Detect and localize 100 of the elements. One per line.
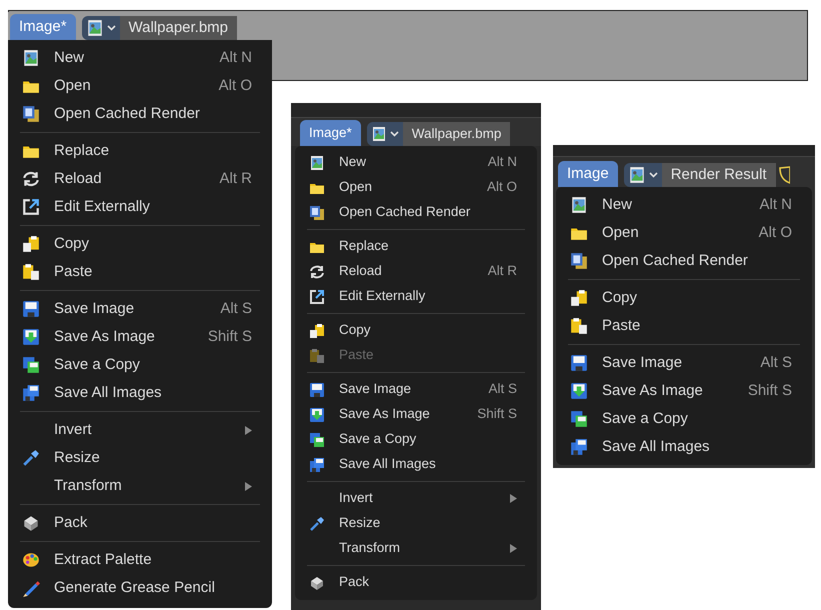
floppy-disk-stack-icon bbox=[22, 356, 40, 374]
reload-icon bbox=[22, 170, 40, 188]
menu-item[interactable]: Open Alt O bbox=[8, 72, 272, 100]
image-icon bbox=[628, 166, 646, 184]
package-icon bbox=[22, 514, 40, 532]
menu-item[interactable]: New Alt N bbox=[295, 150, 537, 175]
shortcut-label: Alt N bbox=[488, 153, 517, 172]
image-dropdown[interactable] bbox=[366, 122, 403, 146]
menu-item[interactable]: Pack bbox=[8, 509, 272, 537]
menu-item[interactable]: Save a Copy bbox=[556, 405, 812, 433]
clipboard-icon bbox=[22, 263, 40, 281]
chevron-down-icon bbox=[648, 172, 658, 178]
menu-item[interactable]: Transform bbox=[8, 472, 272, 500]
floppy-disk-stack-icon bbox=[22, 384, 40, 402]
menu-item[interactable]: Save Image Alt S bbox=[8, 295, 272, 323]
shortcut-label: Alt S bbox=[760, 352, 792, 373]
brush-icon bbox=[309, 516, 325, 532]
menu-item[interactable]: Transform bbox=[295, 536, 537, 561]
menu-item[interactable]: Save Image Alt S bbox=[556, 349, 812, 377]
menu-item[interactable]: Edit Externally bbox=[8, 193, 272, 221]
image-dropdown[interactable] bbox=[624, 163, 662, 187]
menu-item[interactable]: Generate Grease Pencil bbox=[8, 574, 272, 602]
menu-item[interactable]: Pack bbox=[295, 570, 537, 595]
image-dropdown[interactable] bbox=[82, 16, 120, 40]
menu-item[interactable]: Copy bbox=[8, 230, 272, 258]
shortcut-label: Alt S bbox=[220, 298, 252, 319]
shortcut-label: Alt S bbox=[488, 380, 517, 398]
clipboard-icon bbox=[570, 317, 588, 335]
shortcut-label: Alt N bbox=[759, 194, 792, 215]
floppy-disk-stack-icon bbox=[570, 410, 588, 428]
document-stack-icon bbox=[22, 105, 40, 123]
external-link-icon bbox=[309, 288, 325, 304]
menu-item[interactable]: New Alt N bbox=[556, 191, 812, 219]
menu-item[interactable]: Open Alt O bbox=[556, 219, 812, 247]
brush-icon bbox=[22, 449, 40, 467]
menu-item[interactable]: Invert bbox=[295, 486, 537, 511]
clipboard-icon bbox=[570, 289, 588, 307]
chevron-down-icon bbox=[390, 131, 399, 137]
shortcut-label: Shift S bbox=[477, 405, 517, 424]
clipboard-icon bbox=[309, 348, 325, 364]
menu-item[interactable]: Open Cached Render bbox=[8, 100, 272, 128]
menu-item[interactable]: Copy bbox=[556, 284, 812, 312]
menu-item[interactable]: Save a Copy bbox=[295, 427, 537, 452]
menu-item[interactable]: Resize bbox=[8, 444, 272, 472]
image-icon bbox=[22, 49, 40, 67]
shield-icon[interactable] bbox=[778, 166, 790, 184]
image-icon bbox=[570, 196, 588, 214]
menu-item[interactable]: Save All Images bbox=[8, 379, 272, 407]
menu-item[interactable]: Save Image Alt S bbox=[295, 377, 537, 402]
menu-item[interactable]: Save As Image Shift S bbox=[8, 323, 272, 351]
menu-item[interactable]: Replace bbox=[295, 234, 537, 259]
menu-item[interactable]: Extract Palette bbox=[8, 546, 272, 574]
menu-item[interactable]: Paste bbox=[556, 312, 812, 340]
image-name-field[interactable]: Wallpaper.bmp bbox=[402, 122, 510, 146]
shortcut-label: Alt O bbox=[486, 178, 517, 196]
image-name-field[interactable]: Render Result bbox=[662, 163, 776, 187]
shortcut-label: Shift S bbox=[748, 380, 792, 401]
menu-item[interactable]: Paste bbox=[8, 258, 272, 286]
menu-item[interactable]: Edit Externally bbox=[295, 284, 537, 309]
shortcut-label: Alt R bbox=[488, 262, 517, 280]
chevron-down-icon bbox=[106, 25, 116, 31]
clipboard-icon bbox=[22, 235, 40, 253]
shortcut-label: Shift S bbox=[208, 326, 252, 347]
menu-tab[interactable]: Image* bbox=[300, 120, 361, 146]
document-stack-icon bbox=[309, 204, 325, 220]
menu-item[interactable]: Save As Image Shift S bbox=[556, 377, 812, 405]
menu-item[interactable]: New Alt N bbox=[8, 44, 272, 72]
pencil-icon bbox=[22, 579, 40, 597]
shortcut-label: Alt N bbox=[219, 48, 252, 68]
menu-item[interactable]: Reload Alt R bbox=[8, 165, 272, 193]
floppy-disk-stack-icon bbox=[309, 432, 325, 448]
menu-item[interactable]: Copy bbox=[295, 318, 537, 343]
palette-icon bbox=[22, 551, 40, 569]
menu-item[interactable]: Save All Images bbox=[556, 433, 812, 461]
menu-item[interactable]: Invert bbox=[8, 416, 272, 444]
menu-item[interactable]: Resize bbox=[295, 511, 537, 536]
shortcut-label: Alt O bbox=[758, 222, 792, 243]
menu-item[interactable]: Reload Alt R bbox=[295, 259, 537, 284]
menu-item[interactable]: Save As Image Shift S bbox=[295, 402, 537, 427]
menu-item[interactable]: Open Cached Render bbox=[556, 247, 812, 275]
image-icon bbox=[309, 154, 325, 170]
image-name-field[interactable]: Wallpaper.bmp bbox=[120, 16, 238, 40]
menu-tab[interactable]: Image bbox=[558, 161, 618, 187]
menu-item[interactable]: Save All Images bbox=[295, 452, 537, 477]
floppy-disk-stack-icon bbox=[570, 438, 588, 456]
shortcut-label: Alt R bbox=[219, 168, 252, 189]
image-icon bbox=[370, 126, 387, 142]
external-link-icon bbox=[22, 198, 40, 216]
menu-tab[interactable]: Image* bbox=[10, 14, 76, 40]
package-icon bbox=[309, 574, 325, 590]
reload-icon bbox=[309, 264, 325, 280]
document-stack-icon bbox=[570, 252, 588, 270]
floppy-disk-stack-icon bbox=[309, 456, 325, 472]
menu-item[interactable]: Open Cached Render bbox=[295, 200, 537, 225]
clipboard-icon bbox=[309, 322, 325, 338]
menu-item[interactable]: Open Alt O bbox=[295, 175, 537, 200]
image-icon bbox=[86, 19, 104, 37]
menu-item[interactable]: Replace bbox=[8, 137, 272, 165]
shortcut-label: Alt O bbox=[218, 76, 252, 96]
menu-item[interactable]: Save a Copy bbox=[8, 351, 272, 379]
